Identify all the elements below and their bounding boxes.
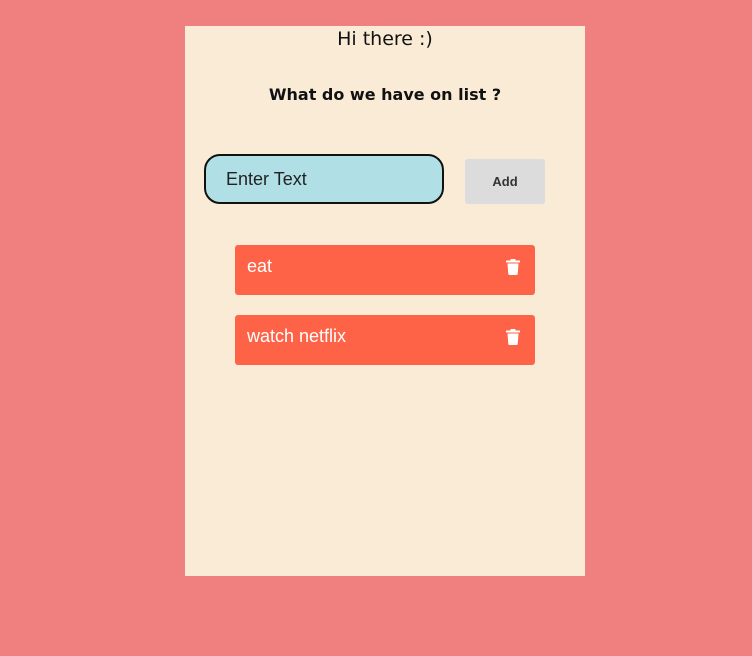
trash-icon[interactable] (506, 329, 520, 345)
todo-card: Hi there :) What do we have on list ? Ad… (185, 26, 585, 576)
add-button[interactable]: Add (465, 159, 545, 204)
todo-item-text: watch netflix (247, 326, 347, 346)
list-item: eat (235, 245, 535, 295)
trash-icon[interactable] (506, 259, 520, 275)
todo-item-text: eat (247, 256, 273, 276)
greeting-heading: Hi there :) (337, 28, 433, 50)
list-item: watch netflix (235, 315, 535, 365)
list-subtitle: What do we have on list ? (268, 85, 502, 104)
todo-text-input[interactable] (204, 154, 444, 204)
todo-list: eat watch netflix (235, 245, 535, 385)
